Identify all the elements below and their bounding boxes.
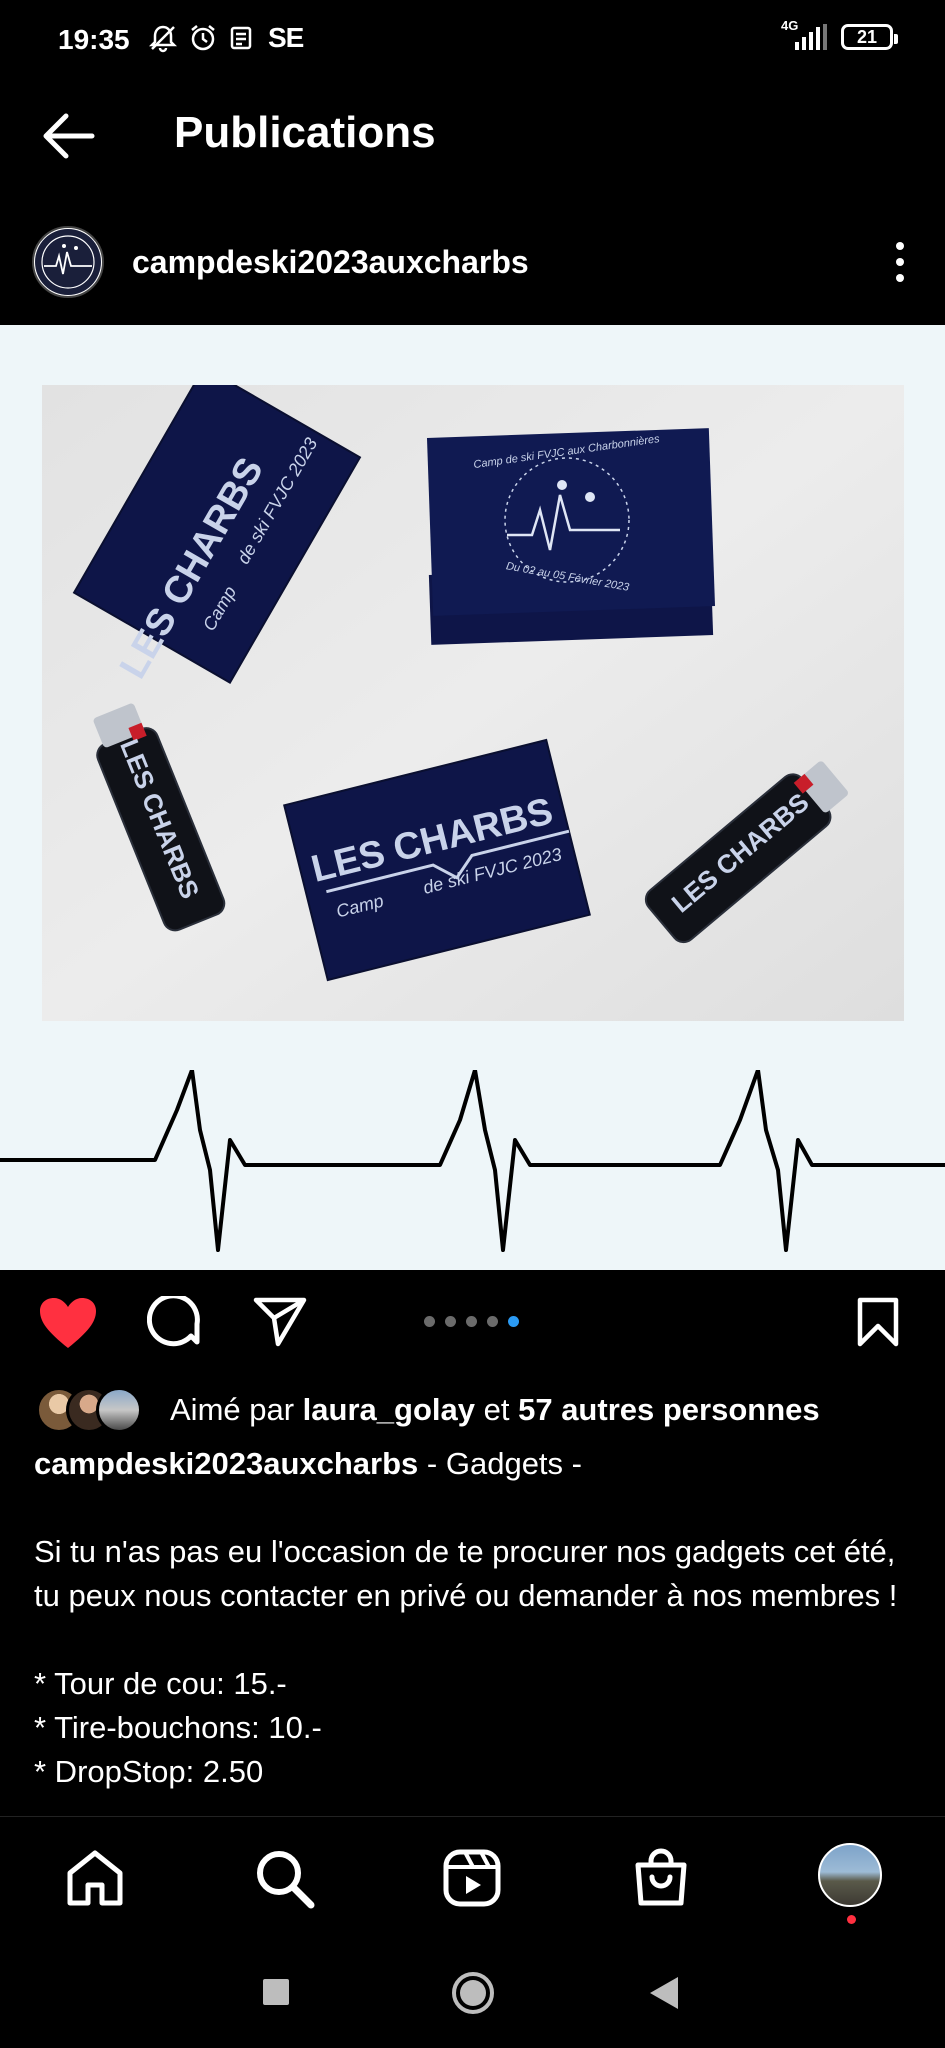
post-header: campdeski2023auxcharbs xyxy=(0,196,945,326)
likes-text: Aimé par laura_golay et 57 autres person… xyxy=(170,1392,820,1428)
system-navigation xyxy=(0,1942,945,2048)
reels-icon[interactable] xyxy=(441,1847,503,1909)
carrier-badge: SE xyxy=(268,22,304,53)
likes-others[interactable]: 57 autres personnes xyxy=(518,1392,820,1427)
bottom-navigation xyxy=(0,1816,945,1943)
battery-level: 21 xyxy=(856,26,878,47)
alarm-icon xyxy=(191,25,215,51)
liker-avatars xyxy=(36,1387,156,1433)
camp-logo-icon xyxy=(35,229,101,295)
caption-paragraph: Si tu n'as pas eu l'occasion de te procu… xyxy=(34,1534,898,1613)
battery-icon: 21 xyxy=(841,24,898,50)
data-saver-icon xyxy=(230,26,252,50)
carousel-dot xyxy=(487,1316,498,1327)
search-icon[interactable] xyxy=(253,1847,315,1909)
shop-icon[interactable] xyxy=(630,1847,692,1909)
caption-username[interactable]: campdeski2023auxcharbs xyxy=(34,1446,418,1481)
caption-title: - Gadgets - xyxy=(426,1446,582,1481)
post-username[interactable]: campdeski2023auxcharbs xyxy=(132,244,529,281)
signal-icon xyxy=(795,24,827,50)
signal-indicator: 4G xyxy=(781,18,829,52)
likes-summary[interactable]: Aimé par laura_golay et 57 autres person… xyxy=(36,1385,820,1435)
recents-icon[interactable] xyxy=(262,1978,290,2006)
carousel-dot xyxy=(445,1316,456,1327)
bell-muted-icon xyxy=(148,25,178,53)
page-title: Publications xyxy=(174,108,436,157)
more-vertical-icon[interactable] xyxy=(885,238,915,286)
likes-user[interactable]: laura_golay xyxy=(303,1392,475,1427)
home-circle-icon[interactable] xyxy=(450,1970,496,2016)
heart-icon[interactable] xyxy=(38,1296,98,1350)
notification-dot xyxy=(847,1915,856,1924)
caption-body: Si tu n'as pas eu l'occasion de te procu… xyxy=(34,1530,914,1815)
back-triangle-icon[interactable] xyxy=(648,1975,680,2011)
app-bar: Publications xyxy=(0,84,945,184)
caption-item: * DropStop: 2.50 xyxy=(34,1754,264,1789)
home-icon[interactable] xyxy=(64,1847,126,1909)
gadgets-photo: LES CHARBS Camp de ski FVJC 2023 Camp de… xyxy=(42,385,904,1021)
likes-prefix: Aimé par xyxy=(170,1392,295,1427)
caption-header: campdeski2023auxcharbs - Gadgets - xyxy=(34,1442,914,1486)
gadgets-illustration: LES CHARBS Camp de ski FVJC 2023 Camp de… xyxy=(42,385,904,1021)
send-icon[interactable] xyxy=(252,1296,308,1348)
sticker-card-2: Camp de ski FVJC aux Charbonnières Du 02… xyxy=(426,428,716,645)
status-right: 4G 21 xyxy=(781,18,898,52)
profile-avatar[interactable] xyxy=(818,1843,882,1907)
heartbeat-decoration xyxy=(0,1070,945,1252)
carousel-indicator xyxy=(424,1316,519,1327)
status-icons: SE xyxy=(148,22,304,54)
arrow-left-icon[interactable] xyxy=(38,110,98,162)
caption-item: * Tour de cou: 15.- xyxy=(34,1666,287,1701)
comment-icon[interactable] xyxy=(147,1296,203,1352)
status-time: 19:35 xyxy=(58,24,130,55)
carousel-dot xyxy=(466,1316,477,1327)
liker-avatar xyxy=(96,1387,142,1433)
likes-conj: et xyxy=(483,1392,510,1427)
carousel-dot xyxy=(424,1316,435,1327)
bookmark-icon[interactable] xyxy=(856,1296,900,1348)
carousel-dot xyxy=(508,1316,519,1327)
account-avatar[interactable] xyxy=(32,226,104,298)
caption-item: * Tire-bouchons: 10.- xyxy=(34,1710,322,1745)
post-image[interactable]: LES CHARBS Camp de ski FVJC 2023 Camp de… xyxy=(0,325,945,1270)
status-bar: 19:35 SE 4G 21 xyxy=(0,0,945,84)
